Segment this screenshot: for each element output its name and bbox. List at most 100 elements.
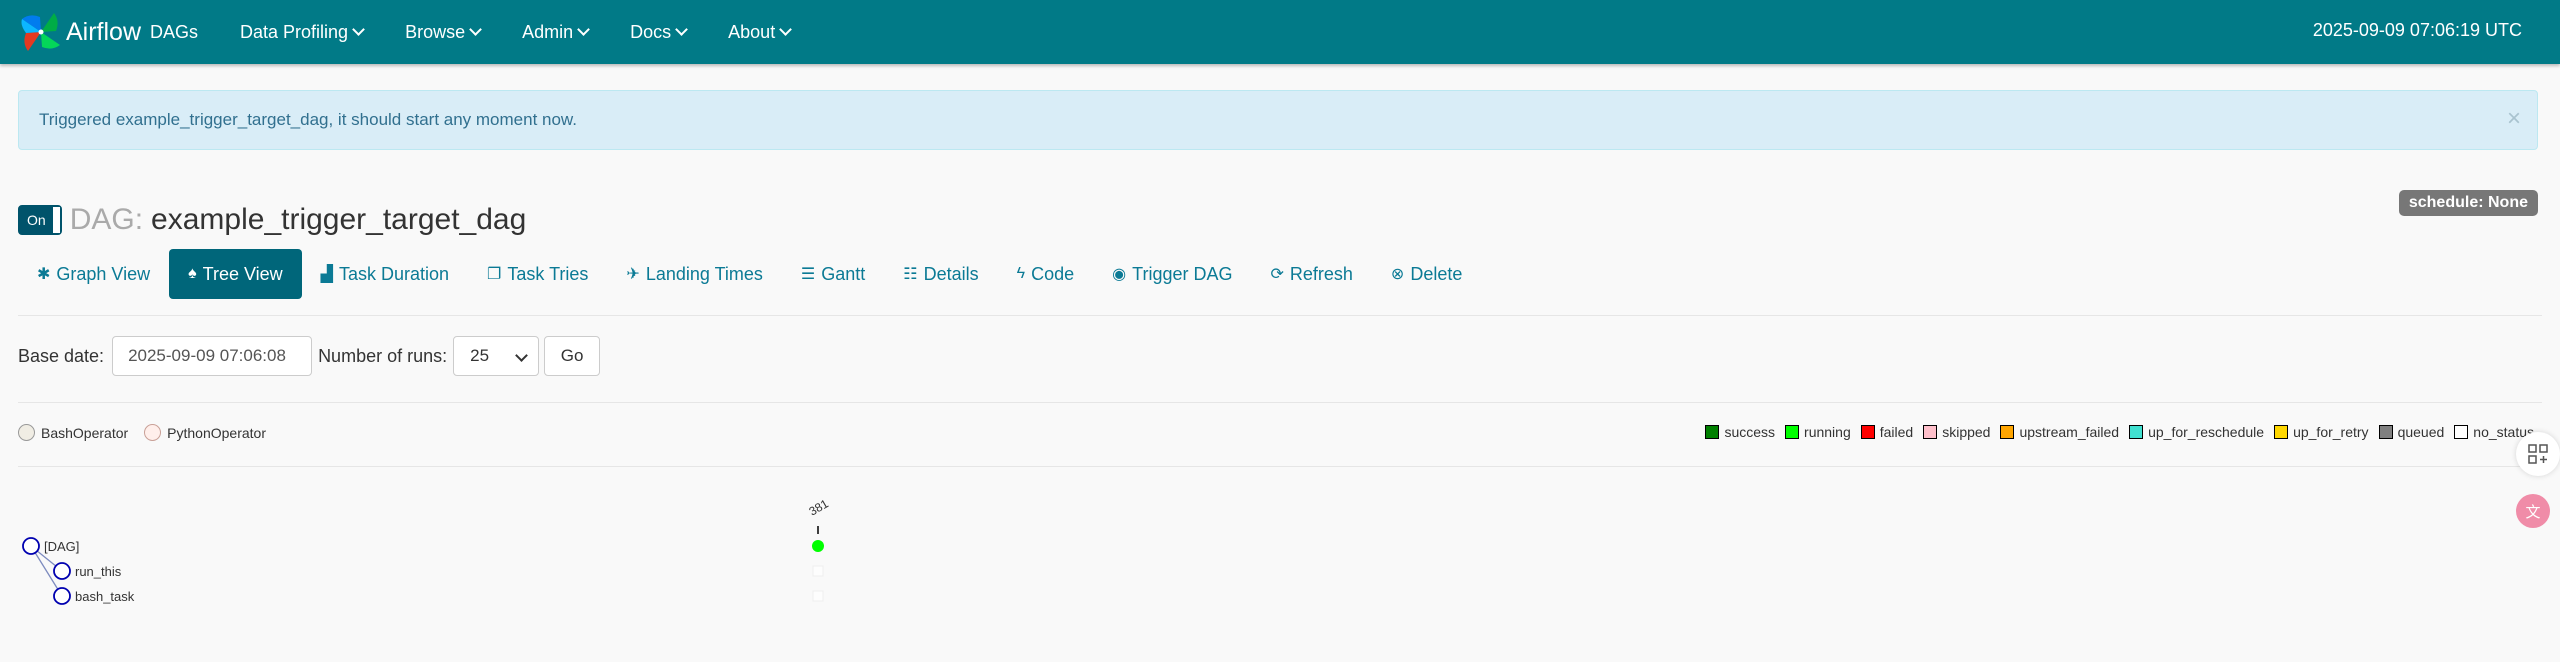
nav-docs[interactable]: Docs — [630, 22, 689, 43]
chevron-down-icon — [779, 23, 793, 36]
tree-node-dag[interactable]: [DAG] — [22, 537, 79, 555]
page-title: example_trigger_target_dag — [151, 203, 527, 236]
tab-label: Task Duration — [338, 263, 450, 284]
state-label: success — [1724, 424, 1776, 440]
state-legend-skipped: skipped — [1923, 424, 1990, 440]
dag-header: On DAG: example_trigger_target_dag — [18, 200, 526, 240]
operator-swatch — [144, 424, 162, 441]
state-swatch — [2274, 425, 2289, 439]
translate-icon[interactable]: 文 — [2516, 494, 2550, 528]
nav-admin-label: Admin — [522, 21, 574, 42]
divider — [18, 466, 2542, 467]
tab-delete[interactable]: ⊗ Delete — [1372, 249, 1481, 299]
state-swatch — [2129, 425, 2144, 439]
brand[interactable]: Airflow — [18, 9, 141, 55]
base-date-input[interactable]: 2025-09-09 07:06:08 — [112, 336, 313, 376]
remove-circle-icon: ⊗ — [1390, 266, 1405, 283]
tab-label: Tree View — [202, 263, 283, 284]
toggle-on-label: On — [20, 207, 53, 233]
state-swatch — [1860, 425, 1875, 439]
brand-name: Airflow — [66, 17, 142, 46]
nav-data-profiling[interactable]: Data Profiling — [240, 21, 365, 43]
nav-browse[interactable]: Browse — [405, 21, 482, 43]
tab-trigger-dag[interactable]: ◉ Trigger DAG — [1093, 249, 1251, 299]
tab-details[interactable]: ☷ Details — [884, 249, 997, 299]
tab-label: Task Tries — [507, 263, 589, 284]
navbar: Airflow DAGs Data Profiling Browse Admin… — [0, 0, 2560, 64]
state-label: queued — [2397, 424, 2445, 440]
num-runs-value: 25 — [470, 346, 490, 365]
state-legend-success: success — [1705, 424, 1775, 440]
state-label: up_for_retry — [2293, 424, 2369, 440]
nav-admin[interactable]: Admin — [522, 21, 591, 43]
tab-code[interactable]: ϟ Code — [998, 249, 1094, 299]
tree-node-label: [DAG] — [44, 539, 79, 554]
nav-data-profiling-label: Data Profiling — [240, 21, 349, 42]
tree-node-run-this[interactable]: run_this — [53, 562, 122, 580]
apps-icon[interactable] — [2516, 432, 2560, 476]
list-icon: ☷ — [903, 266, 918, 283]
state-legend-queued: queued — [2378, 424, 2445, 440]
operator-legend: BashOperator PythonOperator — [18, 424, 282, 441]
plane-icon: ✈ — [626, 266, 640, 283]
state-label: up_for_reschedule — [2148, 424, 2265, 440]
nav-dags[interactable]: DAGs — [150, 22, 198, 43]
close-icon[interactable]: × — [2507, 105, 2521, 133]
trigger-alert: Triggered example_trigger_target_dag, it… — [18, 90, 2538, 150]
duplicate-icon: ❐ — [487, 266, 502, 283]
tab-label: Trigger DAG — [1132, 263, 1233, 284]
state-swatch — [1705, 425, 1720, 439]
server-clock: 2025-09-09 07:06:19 UTC — [2312, 20, 2522, 40]
bar-chart-icon: ▟ — [320, 266, 333, 283]
tab-task-duration[interactable]: ▟ Task Duration — [302, 249, 468, 299]
refresh-icon: ⟳ — [1270, 266, 1284, 283]
state-legend-failed: failed — [1860, 424, 1913, 440]
view-tabs: ✱ Graph View ♠ Tree View ▟ Task Duration ❐ Task… — [18, 248, 1481, 300]
tab-gantt[interactable]: ☰ Gantt — [782, 249, 884, 299]
chevron-down-icon — [515, 349, 528, 362]
nav-about[interactable]: About — [728, 21, 793, 43]
operator-label: BashOperator — [41, 424, 129, 441]
num-runs-select[interactable]: 25 — [453, 336, 540, 376]
chevron-down-icon — [352, 23, 365, 36]
tab-label: Landing Times — [645, 263, 763, 284]
task-instance-run-this[interactable] — [812, 565, 824, 577]
go-button[interactable]: Go — [544, 336, 601, 376]
operator-swatch — [18, 424, 35, 441]
chevron-down-icon — [469, 23, 482, 36]
tab-task-tries[interactable]: ❐ Task Tries — [468, 249, 607, 299]
num-runs-label: Number of runs: — [318, 345, 448, 366]
apps-icon-glyph — [2528, 444, 2548, 464]
chevron-down-icon — [577, 23, 591, 36]
divider — [18, 315, 2542, 316]
dag-pause-toggle[interactable]: On — [18, 205, 62, 235]
translate-glyph: 文 — [2525, 503, 2541, 521]
tab-graph-view[interactable]: ✱ Graph View — [18, 249, 169, 299]
tab-refresh[interactable]: ⟳ Refresh — [1251, 249, 1371, 299]
tree-node-bash-task[interactable]: bash_task — [53, 587, 135, 605]
task-instance-bash-task[interactable] — [812, 590, 824, 602]
dag-run-status[interactable] — [812, 540, 824, 552]
tab-label: Gantt — [821, 263, 866, 284]
nav-menu: DAGs Data Profiling Browse Admin Docs Ab… — [150, 0, 832, 64]
base-date-label: Base date: — [18, 345, 105, 366]
tab-landing-times[interactable]: ✈ Landing Times — [607, 249, 781, 299]
asterisk-icon: ✱ — [37, 266, 51, 283]
tab-label: Graph View — [56, 263, 151, 284]
run-label: 381 — [807, 496, 832, 518]
operator-legend-item: PythonOperator — [144, 424, 266, 441]
nav-about-label: About — [728, 21, 776, 42]
state-legend-running: running — [1785, 424, 1851, 440]
airflow-logo-icon — [21, 13, 60, 51]
state-label: running — [1804, 424, 1851, 440]
tree-options-form: Base date: 2025-09-09 07:06:08 Number of… — [18, 335, 601, 377]
gantt-icon: ☰ — [800, 266, 816, 283]
nav-browse-label: Browse — [405, 21, 466, 42]
play-circle-icon: ◉ — [1112, 266, 1127, 283]
tree-node-label: run_this — [75, 564, 122, 579]
state-swatch — [1785, 425, 1800, 439]
state-label: skipped — [1942, 424, 1991, 440]
tab-label: Code — [1031, 263, 1075, 284]
tab-tree-view[interactable]: ♠ Tree View — [169, 249, 302, 299]
state-legend-upstream-failed: upstream_failed — [2000, 424, 2119, 440]
